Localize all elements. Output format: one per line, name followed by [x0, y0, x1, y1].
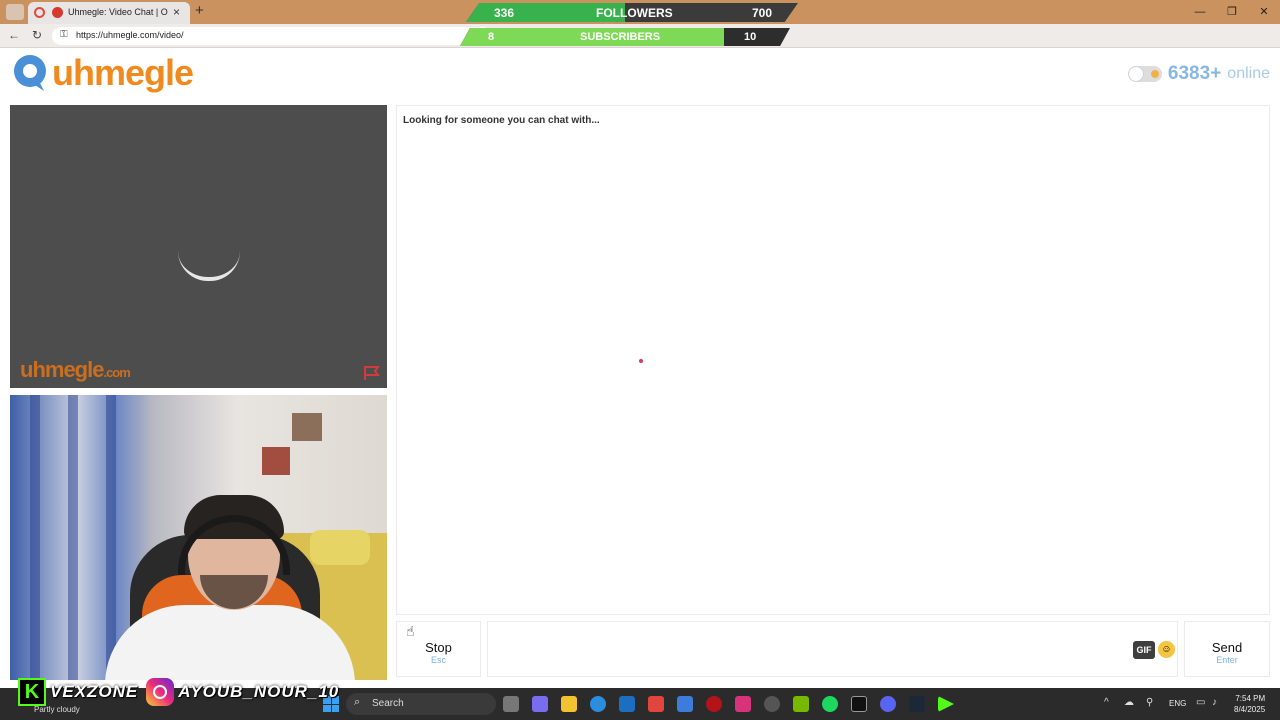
cloud-icon[interactable]: ☁ — [1124, 697, 1134, 708]
stream-social-overlay: K VEXZONE AYOUB_NOUR_10 — [18, 677, 339, 707]
watermark-suffix: .com — [103, 365, 130, 380]
curtain-fold — [68, 395, 78, 680]
window-controls: — ❐ ✕ — [1184, 0, 1280, 24]
site-header: uhmegle 6383+ online — [0, 49, 1280, 101]
minimize-button[interactable]: — — [1184, 0, 1216, 24]
maximize-button[interactable]: ❐ — [1216, 0, 1248, 24]
sun-icon — [1150, 70, 1159, 78]
steam-icon[interactable] — [909, 696, 925, 712]
watermark-text: uhmegle — [20, 357, 104, 382]
new-tab-icon[interactable]: + — [195, 2, 204, 19]
followers-label: FOLLOWERS — [596, 6, 673, 20]
url-field[interactable]: ⚿ https://uhmegle.com/video/ — [52, 27, 492, 45]
nvidia-icon[interactable] — [793, 696, 809, 712]
hand-cursor-icon: ☝ — [406, 623, 415, 639]
tab-close-icon[interactable]: × — [173, 5, 180, 19]
url-text: https://uhmegle.com/video/ — [76, 30, 184, 40]
spotify-icon[interactable] — [822, 696, 838, 712]
app-icon[interactable] — [648, 696, 664, 712]
stranger-video-panel: uhmegle.com — [10, 105, 387, 388]
self-webcam-panel — [10, 395, 387, 680]
online-count: 6383+ — [1167, 63, 1222, 84]
chat-controls: Stop Esc GIF ☺ Send Enter — [396, 621, 1270, 679]
instagram-logo-icon — [146, 678, 175, 706]
wall-picture — [292, 413, 322, 441]
person-shirt — [105, 605, 355, 680]
emoji-icon[interactable]: ☺ — [1158, 641, 1175, 658]
tab-title: Uhmegle: Video Chat | Omegle — [68, 7, 168, 17]
discord-icon[interactable] — [880, 696, 896, 712]
pillow — [310, 530, 370, 565]
subscribers-current: 8 — [488, 31, 495, 43]
stop-hint: Esc — [430, 655, 446, 665]
chat-log: Looking for someone you can chat with... — [396, 105, 1270, 615]
chat-status-message: Looking for someone you can chat with... — [403, 115, 600, 126]
close-window-button[interactable]: ✕ — [1248, 0, 1280, 24]
gif-button[interactable]: GIF — [1133, 641, 1155, 659]
instagram-app-icon[interactable] — [735, 696, 751, 712]
online-indicator: 6383+ online — [1127, 63, 1270, 85]
copilot-app-icon[interactable] — [532, 696, 548, 712]
uhmegle-favicon-icon — [52, 7, 63, 18]
send-label: Send — [1211, 640, 1243, 655]
subscribers-goal: 10 — [744, 31, 757, 43]
store-icon[interactable] — [677, 696, 693, 712]
recording-icon — [34, 7, 45, 18]
report-flag-icon[interactable] — [363, 365, 381, 381]
logo-text: uhmegle — [52, 52, 194, 93]
pointer-dot — [639, 359, 643, 363]
obs-icon[interactable] — [851, 696, 867, 712]
message-input[interactable] — [487, 621, 1178, 677]
wall-picture — [262, 447, 290, 475]
clock-time: 7:54 PM — [1235, 694, 1266, 703]
network-icon[interactable]: ▭ — [1196, 697, 1205, 708]
subscribers-goal-bar: 8 SUBSCRIBERS 10 — [460, 28, 790, 46]
send-button[interactable]: Send Enter — [1184, 621, 1270, 677]
kick-logo-icon: K — [18, 678, 46, 706]
workspaces-icon[interactable] — [6, 4, 24, 20]
task-view-icon[interactable] — [503, 696, 519, 712]
browser-titlebar: Uhmegle: Video Chat | Omegle × + 336 FOL… — [0, 0, 1280, 24]
followers-goal: 700 — [752, 6, 773, 20]
video-watermark: uhmegle.com — [20, 357, 131, 383]
uhmegle-logo[interactable]: uhmegle — [10, 52, 194, 94]
instagram-handle: AYOUB_NOUR_10 — [178, 682, 340, 701]
online-label: online — [1227, 65, 1270, 82]
logo-chat-bubble-icon — [14, 55, 46, 91]
refresh-icon[interactable]: ↻ — [32, 28, 42, 42]
taskbar-search[interactable]: ⌕ Search — [346, 693, 496, 715]
edge-icon[interactable] — [590, 696, 606, 712]
clock-date: 8/4/2025 — [1234, 705, 1266, 714]
app-icon[interactable] — [764, 696, 780, 712]
tray-overflow-icon[interactable]: ^ — [1104, 697, 1109, 708]
app-icon[interactable] — [706, 696, 722, 712]
followers-current: 336 — [494, 6, 515, 20]
language-indicator[interactable]: ENG — [1169, 699, 1186, 708]
tab-uhmegle[interactable]: Uhmegle: Video Chat | Omegle × — [28, 2, 190, 24]
curtain-fold — [30, 395, 40, 680]
curtain-fold — [106, 395, 116, 680]
volume-icon[interactable]: ♪ — [1212, 697, 1217, 708]
outlook-icon[interactable] — [619, 696, 635, 712]
search-icon: ⌕ — [354, 696, 361, 708]
subscribers-label: SUBSCRIBERS — [580, 31, 661, 43]
kick-handle: VEXZONE — [50, 682, 139, 701]
followers-goal-bar: 336 FOLLOWERS 700 — [466, 3, 798, 22]
send-hint: Enter — [1216, 655, 1238, 665]
file-explorer-icon[interactable] — [561, 696, 577, 712]
back-icon[interactable]: ← — [8, 28, 20, 42]
microphone-icon[interactable]: ⚲ — [1146, 697, 1153, 708]
search-placeholder: Search — [372, 698, 404, 709]
stop-label: Stop — [425, 640, 452, 655]
theme-toggle[interactable] — [1127, 66, 1162, 82]
system-clock[interactable]: 7:54 PM 8/4/2025 — [1234, 693, 1265, 715]
loading-spinner-icon — [178, 251, 240, 281]
site-info-icon[interactable]: ⚿ — [60, 29, 68, 40]
kick-app-icon[interactable] — [938, 696, 954, 712]
